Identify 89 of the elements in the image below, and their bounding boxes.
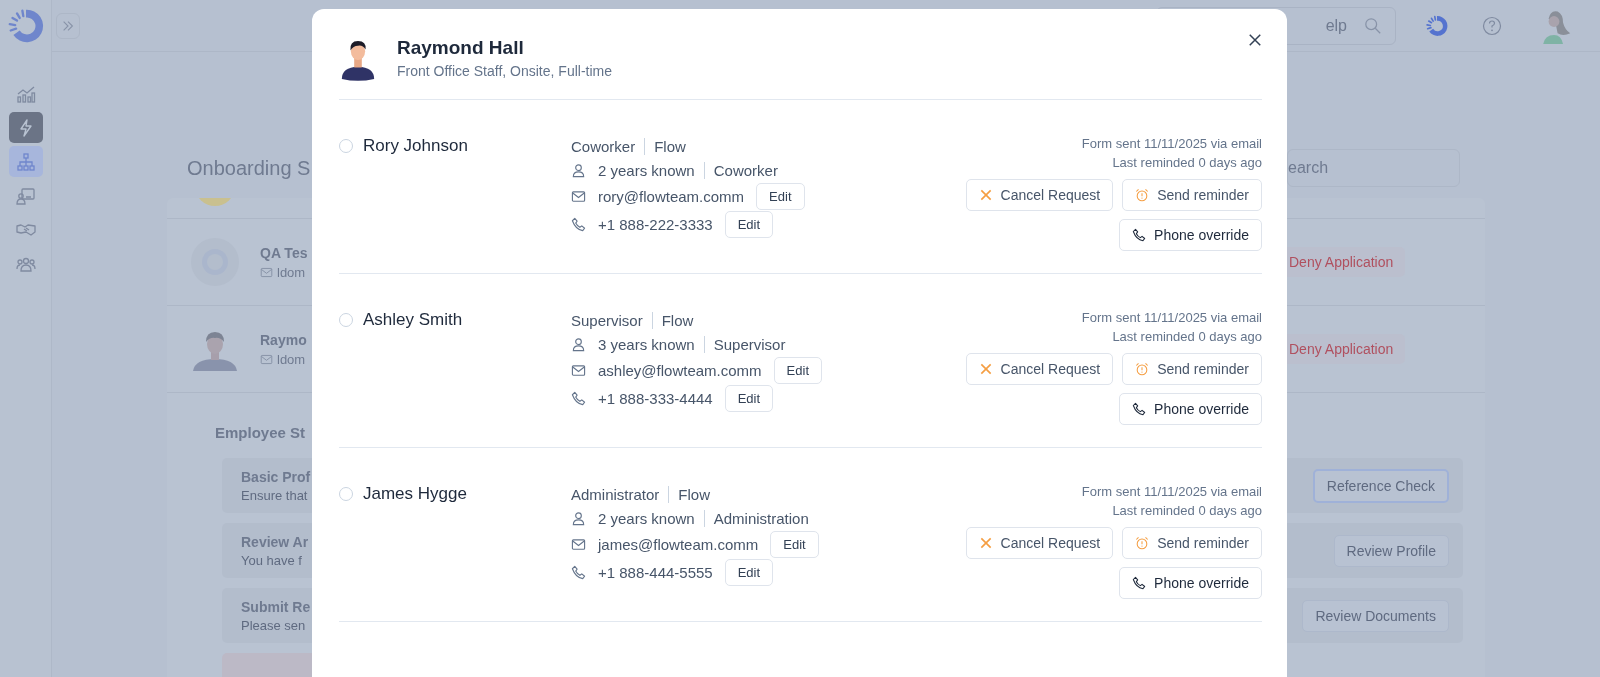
reference-name: James Hygge: [363, 484, 467, 504]
company-text: Flow: [661, 311, 694, 329]
form-sent-text: Form sent 11/11/2025 via email: [1081, 483, 1262, 501]
alarm-clock-icon: [1135, 188, 1150, 202]
years-known-text: 3 years known: [598, 335, 695, 353]
logo-icon: [7, 8, 44, 44]
company-text: Flow: [678, 485, 711, 503]
alarm-clock-icon: [1135, 362, 1150, 376]
form-sent-text: Form sent 11/11/2025 via email: [1081, 309, 1262, 327]
phone-icon: [571, 216, 586, 232]
years-known-text: 2 years known: [598, 161, 695, 179]
relation-text: Supervisor: [571, 311, 643, 329]
reference-name: Ashley Smith: [363, 310, 463, 330]
edit-button[interactable]: Edit: [724, 384, 774, 412]
email-text: james@flowteam.comm: [598, 535, 759, 553]
form-sent-text: Form sent 11/11/2025 via email: [1081, 135, 1262, 153]
cancel-request-button[interactable]: Cancel Request: [965, 179, 1114, 211]
phone-icon: [1132, 576, 1147, 590]
applicant-name: QA Tes: [260, 244, 308, 261]
applicant-email: ldom: [277, 264, 306, 280]
send-reminder-button[interactable]: Send reminder: [1122, 179, 1262, 211]
step-title: Submit Re: [241, 598, 312, 615]
step-description: You have f: [241, 552, 303, 568]
person-icon: [571, 336, 586, 352]
last-reminded-text: Last reminded 0 days ago: [1112, 328, 1262, 346]
send-reminder-button[interactable]: Send reminder: [1122, 353, 1262, 385]
close-button[interactable]: [1246, 31, 1264, 49]
mail-icon: [571, 536, 586, 552]
expand-button[interactable]: [56, 12, 80, 39]
step-description: Ensure that: [241, 487, 309, 503]
phone-override-button[interactable]: Phone override: [1119, 393, 1262, 425]
role-text: Supervisor: [713, 335, 786, 353]
reference-name: Rory Johnson: [363, 136, 468, 156]
step-title: Basic Prof: [241, 468, 312, 485]
edit-button[interactable]: Edit: [724, 210, 774, 238]
role-text: Coworker: [713, 161, 778, 179]
edit-button[interactable]: Edit: [724, 558, 774, 586]
double-chevron-icon: [61, 18, 75, 33]
section-title: Employee St: [214, 423, 306, 441]
send-reminder-button[interactable]: Send reminder: [1122, 527, 1262, 559]
email-text: ashley@flowteam.comm: [598, 361, 762, 379]
mail-icon: [571, 188, 586, 204]
step-title: Review Ar: [241, 533, 310, 550]
mail-icon: [571, 362, 586, 378]
mail-icon: [260, 352, 273, 366]
dialog-title: Raymond Hall: [397, 37, 525, 59]
edit-button[interactable]: Edit: [773, 356, 822, 384]
phone-icon: [1132, 228, 1147, 242]
search-icon: [1364, 16, 1382, 35]
logo-icon[interactable]: [1426, 14, 1448, 37]
cross-icon: [978, 536, 993, 550]
years-known-text: 2 years known: [598, 509, 695, 527]
person-icon: [571, 162, 586, 178]
edit-button[interactable]: Edit: [756, 182, 805, 210]
last-reminded-text: Last reminded 0 days ago: [1112, 154, 1262, 172]
person-icon: [571, 510, 586, 526]
phone-icon: [571, 390, 586, 406]
phone-text: +1 888-222-3333: [598, 215, 713, 233]
sidebar-item[interactable]: [8, 112, 43, 143]
phone-icon: [1132, 402, 1147, 416]
search-field[interactable]: earch: [1287, 149, 1460, 187]
cancel-request-button[interactable]: Cancel Request: [965, 353, 1114, 385]
edit-button[interactable]: Edit: [770, 530, 819, 558]
applicant-name: Raymo: [260, 331, 307, 348]
close-icon: [1248, 33, 1262, 47]
presentation-icon: [15, 185, 36, 206]
applicant-email: ldom: [277, 351, 306, 367]
role-text: Administration: [713, 509, 809, 527]
alarm-clock-icon: [1135, 536, 1150, 550]
help-icon[interactable]: [1482, 15, 1502, 36]
phone-override-button[interactable]: Phone override: [1119, 567, 1262, 599]
mail-icon: [260, 265, 273, 279]
relation-text: Administrator: [571, 485, 660, 503]
phone-text: +1 888-333-4444: [598, 389, 713, 407]
org-chart-icon: [15, 151, 36, 172]
dialog-subtitle: Front Office Staff, Onsite, Full-time: [397, 63, 612, 79]
cross-icon: [978, 362, 993, 376]
company-text: Flow: [654, 137, 686, 155]
page-title: Onboarding S: [186, 156, 311, 180]
phone-icon: [571, 564, 586, 580]
phone-override-button[interactable]: Phone override: [1119, 219, 1262, 251]
cross-icon: [978, 188, 993, 202]
last-reminded-text: Last reminded 0 days ago: [1112, 502, 1262, 520]
sidebar-item[interactable]: [8, 146, 43, 177]
phone-text: +1 888-444-5555: [598, 563, 713, 581]
email-text: rory@flowteam.comm: [598, 187, 745, 205]
step-description: Please sen: [241, 617, 307, 633]
relation-text: Coworker: [571, 137, 636, 155]
cancel-request-button[interactable]: Cancel Request: [965, 527, 1114, 559]
